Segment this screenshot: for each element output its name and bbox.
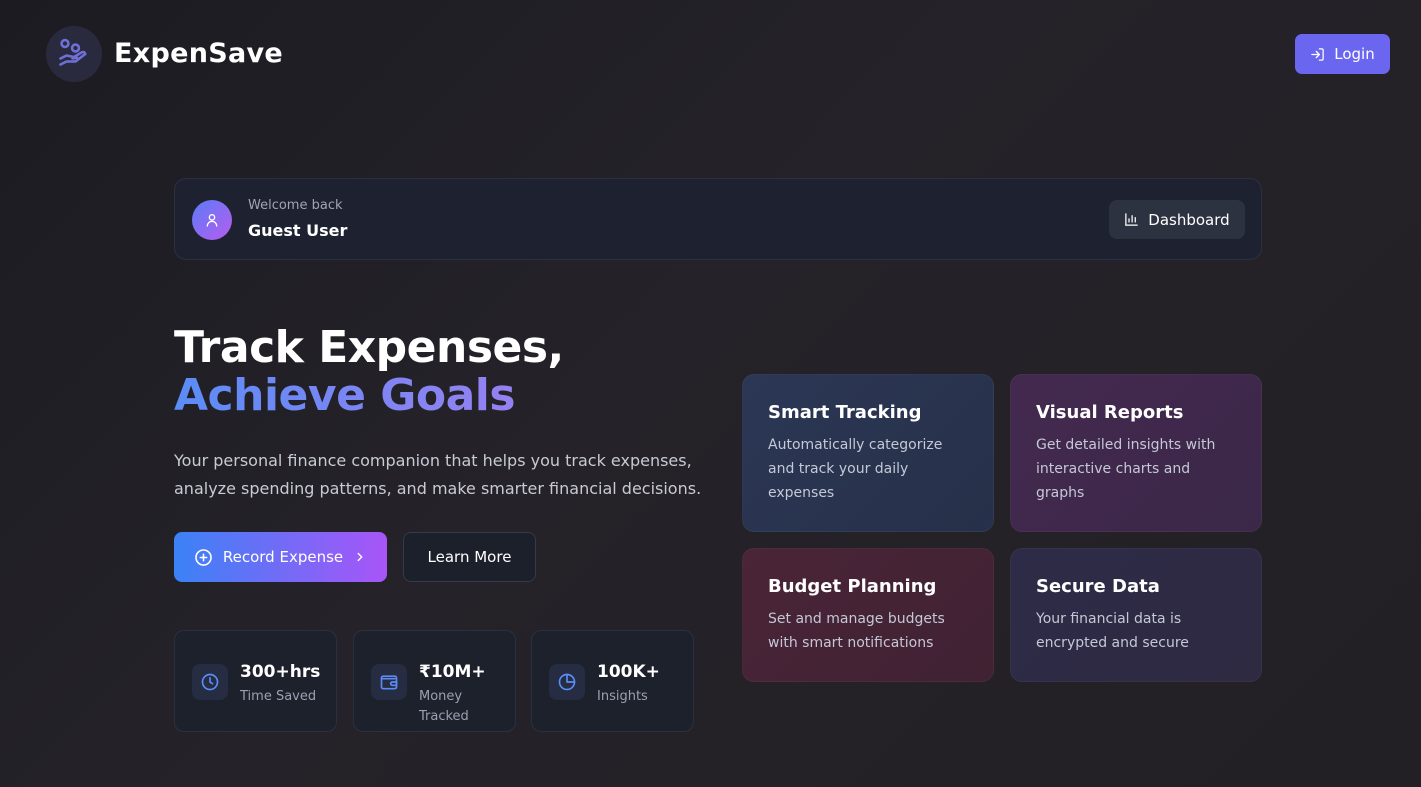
feature-card-smart-tracking[interactable]: Smart Tracking Automatically categorize … [742, 374, 994, 532]
bar-chart-icon [1125, 213, 1139, 226]
dashboard-label: Dashboard [1148, 210, 1230, 229]
welcome-panel: Welcome back Guest User Dashboard [174, 178, 1262, 260]
pie-chart-icon [558, 673, 576, 691]
feature-description: Your financial data is encrypted and sec… [1036, 611, 1189, 651]
stat-label: Money Tracked [419, 689, 469, 724]
stat-value: 300+hrs [240, 662, 321, 682]
hero-title-line1: Track Expenses, [174, 322, 564, 373]
stat-icon-box [371, 664, 407, 700]
stat-label: Time Saved [240, 689, 317, 704]
record-expense-button[interactable]: Record Expense [174, 532, 387, 582]
feature-description: Set and manage budgets with smart notifi… [768, 611, 945, 651]
hero-title: Track Expenses, Achieve Goals [174, 324, 564, 420]
stat-icon-box [549, 664, 585, 700]
logo[interactable] [46, 26, 102, 82]
welcome-subtitle: Welcome back [248, 198, 343, 213]
feature-card-visual-reports[interactable]: Visual Reports Get detailed insights wit… [1010, 374, 1262, 532]
stat-card-insights: 100K+ Insights [531, 630, 694, 732]
top-header: ExpenSave Login [46, 26, 1390, 82]
hero-description: Your personal finance companion that hel… [174, 451, 702, 498]
brand-name: ExpenSave [114, 38, 283, 69]
hero-title-line2: Achieve Goals [174, 372, 564, 420]
hand-coins-icon [59, 38, 87, 66]
wallet-icon [380, 675, 398, 690]
stat-value: ₹10M+ [419, 662, 486, 682]
learn-more-label: Learn More [427, 548, 512, 566]
learn-more-button[interactable]: Learn More [403, 532, 536, 582]
feature-title: Budget Planning [768, 576, 937, 597]
stat-icon-box [192, 664, 228, 700]
record-expense-label: Record Expense [222, 548, 344, 566]
dashboard-button[interactable]: Dashboard [1109, 200, 1245, 239]
login-label: Login [1334, 45, 1375, 63]
stat-label: Insights [597, 689, 648, 704]
avatar [192, 200, 232, 240]
feature-description: Get detailed insights with interactive c… [1036, 437, 1216, 501]
stat-value: 100K+ [597, 662, 660, 682]
user-icon [206, 214, 218, 227]
clock-icon [201, 673, 219, 691]
login-button[interactable]: Login [1295, 34, 1390, 74]
feature-title: Visual Reports [1036, 402, 1184, 423]
feature-card-budget-planning[interactable]: Budget Planning Set and manage budgets w… [742, 548, 994, 682]
stat-card-time-saved: 300+hrs Time Saved [174, 630, 337, 732]
feature-description: Automatically categorize and track your … [768, 437, 943, 501]
user-name: Guest User [248, 221, 348, 240]
plus-circle-icon [195, 548, 212, 566]
stat-card-money-tracked: ₹10M+ Money Tracked [353, 630, 516, 732]
login-icon [1311, 47, 1325, 61]
feature-card-secure-data[interactable]: Secure Data Your financial data is encry… [1010, 548, 1262, 682]
chevron-right-icon [357, 552, 363, 562]
feature-title: Secure Data [1036, 576, 1160, 597]
feature-title: Smart Tracking [768, 402, 922, 423]
